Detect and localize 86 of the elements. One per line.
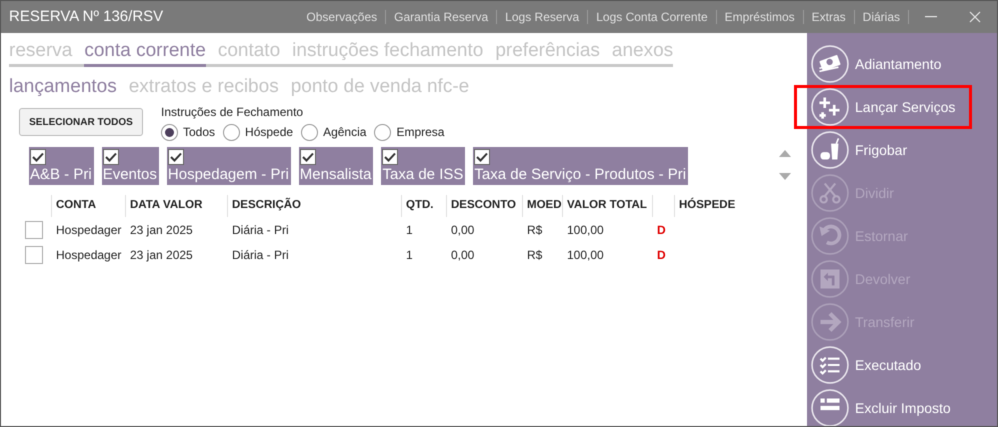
menu-link[interactable]: Extras — [804, 10, 855, 24]
banknotes-icon — [811, 45, 849, 83]
scroll-down-icon[interactable] — [779, 173, 791, 181]
category-chip[interactable]: A&B - Pri — [29, 147, 94, 185]
menu-link[interactable]: Logs Reserva — [497, 10, 588, 24]
menu-link[interactable]: Diárias — [854, 10, 909, 24]
table-cell: Hospedager — [56, 222, 122, 236]
checkbox[interactable] — [300, 149, 316, 165]
category-chip[interactable]: Hospedagem - Pri — [166, 147, 291, 185]
checkbox[interactable] — [168, 149, 184, 165]
column-header[interactable]: QTD. — [406, 197, 434, 215]
table-cell: 23 jan 2025 — [130, 248, 193, 262]
list-icon — [811, 389, 849, 426]
column-header[interactable]: CONTA — [56, 197, 96, 215]
window-title: RESERVA Nº 136/RSV — [8, 6, 164, 27]
check-icon — [384, 152, 396, 162]
row-checkbox[interactable] — [25, 220, 43, 238]
scissors-icon — [811, 174, 849, 212]
radio-button[interactable] — [161, 124, 178, 140]
column-header[interactable]: VALOR TOTAL — [567, 197, 647, 215]
checkbox[interactable] — [474, 149, 490, 165]
table-cell: 1 — [406, 248, 413, 262]
table-cell: Diária - Pri — [232, 248, 289, 262]
check-icon — [476, 152, 488, 162]
category-label: Taxa de Serviço - Produtos - Pri — [474, 165, 686, 184]
row-checkbox[interactable] — [25, 246, 43, 264]
category-label: Hospedagem - Pri — [168, 165, 289, 184]
menu-link[interactable]: Observações — [298, 10, 386, 24]
action-button[interactable]: Executado — [811, 346, 991, 384]
check-icon — [104, 152, 117, 162]
table-cell: D — [657, 222, 666, 236]
category-label: Taxa de ISS — [382, 165, 464, 184]
check-icon — [302, 152, 314, 162]
checklist-icon — [811, 346, 849, 384]
category-chip[interactable]: Eventos — [102, 147, 159, 185]
menu-link[interactable]: Empréstimos — [716, 10, 804, 24]
scroll-up-icon[interactable] — [779, 149, 791, 157]
checkbox[interactable] — [30, 149, 46, 165]
category-chip[interactable]: Taxa de ISS — [381, 147, 466, 185]
minimize-icon — [925, 16, 937, 18]
radio-label: Agência — [323, 124, 366, 141]
closing-instructions-label: Instruções de Fechamento — [161, 104, 304, 121]
table-cell: 100,00 — [567, 248, 604, 262]
column-header[interactable]: MOED — [527, 197, 562, 215]
menu-link[interactable]: Garantia Reserva — [386, 10, 498, 24]
table-cell: 1 — [406, 222, 413, 236]
table-cell: 23 jan 2025 — [130, 222, 193, 236]
subtab[interactable]: lançamentos — [9, 75, 117, 99]
checkbox[interactable] — [382, 149, 398, 165]
table-cell: Hospedager — [56, 248, 122, 262]
radio-button[interactable] — [374, 124, 392, 140]
table-cell: 0,00 — [451, 222, 474, 236]
undo-icon — [811, 217, 849, 255]
radio-button[interactable] — [223, 124, 240, 140]
action-button[interactable]: Frigobar — [811, 131, 991, 169]
category-label: Eventos — [102, 165, 157, 184]
select-all-button[interactable]: SELECIONAR TODOS — [19, 108, 143, 136]
close-icon — [969, 11, 981, 23]
category-chip[interactable]: Taxa de Serviço - Produtos - Pri — [473, 147, 688, 185]
table-cell: 100,00 — [567, 222, 604, 236]
radio-label: Hóspede — [245, 124, 294, 141]
radio-label: Empresa — [396, 124, 444, 141]
table-cell: D — [657, 248, 666, 262]
plus-signs-icon — [811, 88, 849, 126]
table-cell: R$ — [527, 248, 542, 262]
action-button[interactable]: Lançar Serviços — [797, 88, 969, 126]
table-cell: 0,00 — [451, 248, 474, 262]
checkbox[interactable] — [102, 149, 119, 165]
category-label: Mensalista — [300, 165, 372, 184]
table-cell: Diária - Pri — [232, 222, 289, 236]
column-header[interactable]: DATA VALOR — [130, 197, 202, 215]
category-label: A&B - Pri — [30, 165, 92, 184]
table-cell: R$ — [527, 222, 542, 236]
radio-label: Todos — [183, 124, 216, 141]
check-icon — [170, 152, 182, 162]
category-chip[interactable]: Mensalista — [298, 147, 374, 185]
action-button[interactable]: Excluir Imposto — [811, 389, 991, 426]
burger-and-drink-icon — [811, 131, 849, 169]
column-header[interactable]: DESCRIÇÃO — [232, 197, 302, 215]
tab[interactable]: conta corrente — [84, 38, 206, 67]
check-icon — [32, 152, 44, 162]
radio-button[interactable] — [301, 124, 318, 140]
action-button[interactable]: Adiantamento — [811, 45, 991, 83]
column-header[interactable]: DESCONTO — [451, 197, 516, 215]
column-header[interactable]: HÓSPEDE — [679, 197, 736, 215]
menu-link[interactable]: Logs Conta Corrente — [588, 10, 717, 24]
